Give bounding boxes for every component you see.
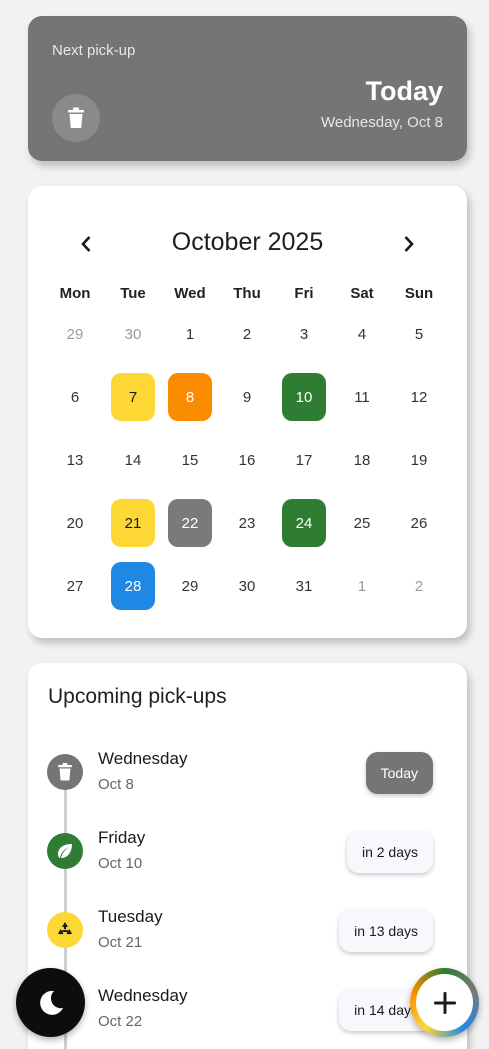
next-pickup-card[interactable]: Next pick-up Today Wednesday, Oct 8 xyxy=(28,16,467,161)
calendar-day[interactable]: 22 xyxy=(168,499,212,547)
calendar-day[interactable]: 27 xyxy=(53,562,97,610)
calendar-day[interactable]: 2 xyxy=(397,562,441,610)
weekday-wed: Wed xyxy=(174,285,206,302)
calendar-day[interactable]: 15 xyxy=(168,436,212,484)
calendar-day[interactable]: 9 xyxy=(225,373,269,421)
calendar-day[interactable]: 7 xyxy=(111,373,155,421)
calendar-day[interactable]: 21 xyxy=(111,499,155,547)
calendar-day[interactable]: 19 xyxy=(397,436,441,484)
calendar-day[interactable]: 31 xyxy=(282,562,326,610)
leaf-icon xyxy=(47,833,83,869)
upcoming-date: Oct 22 xyxy=(98,1013,143,1030)
upcoming-title: Upcoming pick-ups xyxy=(48,685,227,708)
weekday-sat: Sat xyxy=(350,285,374,302)
upcoming-item[interactable]: Tuesday Oct 21 in 13 days xyxy=(28,900,467,960)
recycle-icon xyxy=(47,912,83,948)
calendar-day[interactable]: 1 xyxy=(340,562,384,610)
calendar-day[interactable]: 5 xyxy=(397,310,441,358)
calendar-day[interactable]: 3 xyxy=(282,310,326,358)
calendar-day[interactable]: 25 xyxy=(340,499,384,547)
calendar-day[interactable]: 24 xyxy=(282,499,326,547)
upcoming-date: Oct 10 xyxy=(98,855,143,872)
countdown-badge: in 2 days xyxy=(346,831,433,873)
upcoming-date: Oct 21 xyxy=(98,934,143,951)
weekday-mon: Mon xyxy=(59,285,91,302)
calendar-day[interactable]: 14 xyxy=(111,436,155,484)
theme-toggle-button[interactable] xyxy=(16,968,85,1037)
trash-icon xyxy=(52,94,100,142)
calendar-day[interactable]: 4 xyxy=(340,310,384,358)
calendar-day[interactable]: 1 xyxy=(168,310,212,358)
calendar-day[interactable]: 13 xyxy=(53,436,97,484)
calendar-day[interactable]: 30 xyxy=(225,562,269,610)
upcoming-day: Wednesday xyxy=(98,986,188,1005)
upcoming-day: Friday xyxy=(98,828,146,847)
calendar-day[interactable]: 10 xyxy=(282,373,326,421)
weekday-thu: Thu xyxy=(233,285,261,302)
calendar-day[interactable]: 29 xyxy=(168,562,212,610)
weekday-fri: Fri xyxy=(294,285,314,302)
calendar-day[interactable]: 18 xyxy=(340,436,384,484)
calendar-day[interactable]: 28 xyxy=(111,562,155,610)
add-pickup-button[interactable] xyxy=(410,968,479,1037)
calendar-day[interactable]: 17 xyxy=(282,436,326,484)
calendar-day[interactable]: 23 xyxy=(225,499,269,547)
upcoming-day: Wednesday xyxy=(98,749,188,768)
calendar-day[interactable]: 26 xyxy=(397,499,441,547)
next-month-button[interactable] xyxy=(393,226,425,262)
calendar-day[interactable]: 30 xyxy=(111,310,155,358)
plus-icon xyxy=(433,991,456,1014)
calendar-day[interactable]: 6 xyxy=(53,373,97,421)
calendar-day[interactable]: 12 xyxy=(397,373,441,421)
calendar-card: October 2025 Mon Tue Wed Thu Fri Sat Sun 29 30 1… xyxy=(28,186,467,638)
trash-icon xyxy=(47,754,83,790)
calendar-day[interactable]: 2 xyxy=(225,310,269,358)
calendar-day[interactable]: 29 xyxy=(53,310,97,358)
weekday-tue: Tue xyxy=(120,285,146,302)
weekday-sun: Sun xyxy=(404,285,434,302)
upcoming-date: Oct 8 xyxy=(98,776,134,793)
upcoming-card: Upcoming pick-ups Wednesday Oct 8 Today Fri… xyxy=(28,663,467,1049)
upcoming-item[interactable]: Wednesday Oct 8 Today xyxy=(28,742,467,802)
next-pickup-when: Today xyxy=(365,76,443,106)
calendar-day[interactable]: 20 xyxy=(53,499,97,547)
calendar-day[interactable]: 16 xyxy=(225,436,269,484)
countdown-badge: Today xyxy=(365,752,433,794)
upcoming-item[interactable]: Wednesday Oct 22 in 14 days xyxy=(28,979,467,1039)
chevron-right-icon xyxy=(404,236,414,252)
moon-icon xyxy=(39,990,63,1015)
calendar-day[interactable]: 8 xyxy=(168,373,212,421)
calendar-day[interactable]: 11 xyxy=(340,373,384,421)
upcoming-item[interactable]: Friday Oct 10 in 2 days xyxy=(28,821,467,881)
upcoming-day: Tuesday xyxy=(98,907,163,926)
next-pickup-label: Next pick-up xyxy=(52,42,136,59)
next-pickup-date: Wednesday, Oct 8 xyxy=(320,114,443,131)
countdown-badge: in 13 days xyxy=(339,910,433,952)
